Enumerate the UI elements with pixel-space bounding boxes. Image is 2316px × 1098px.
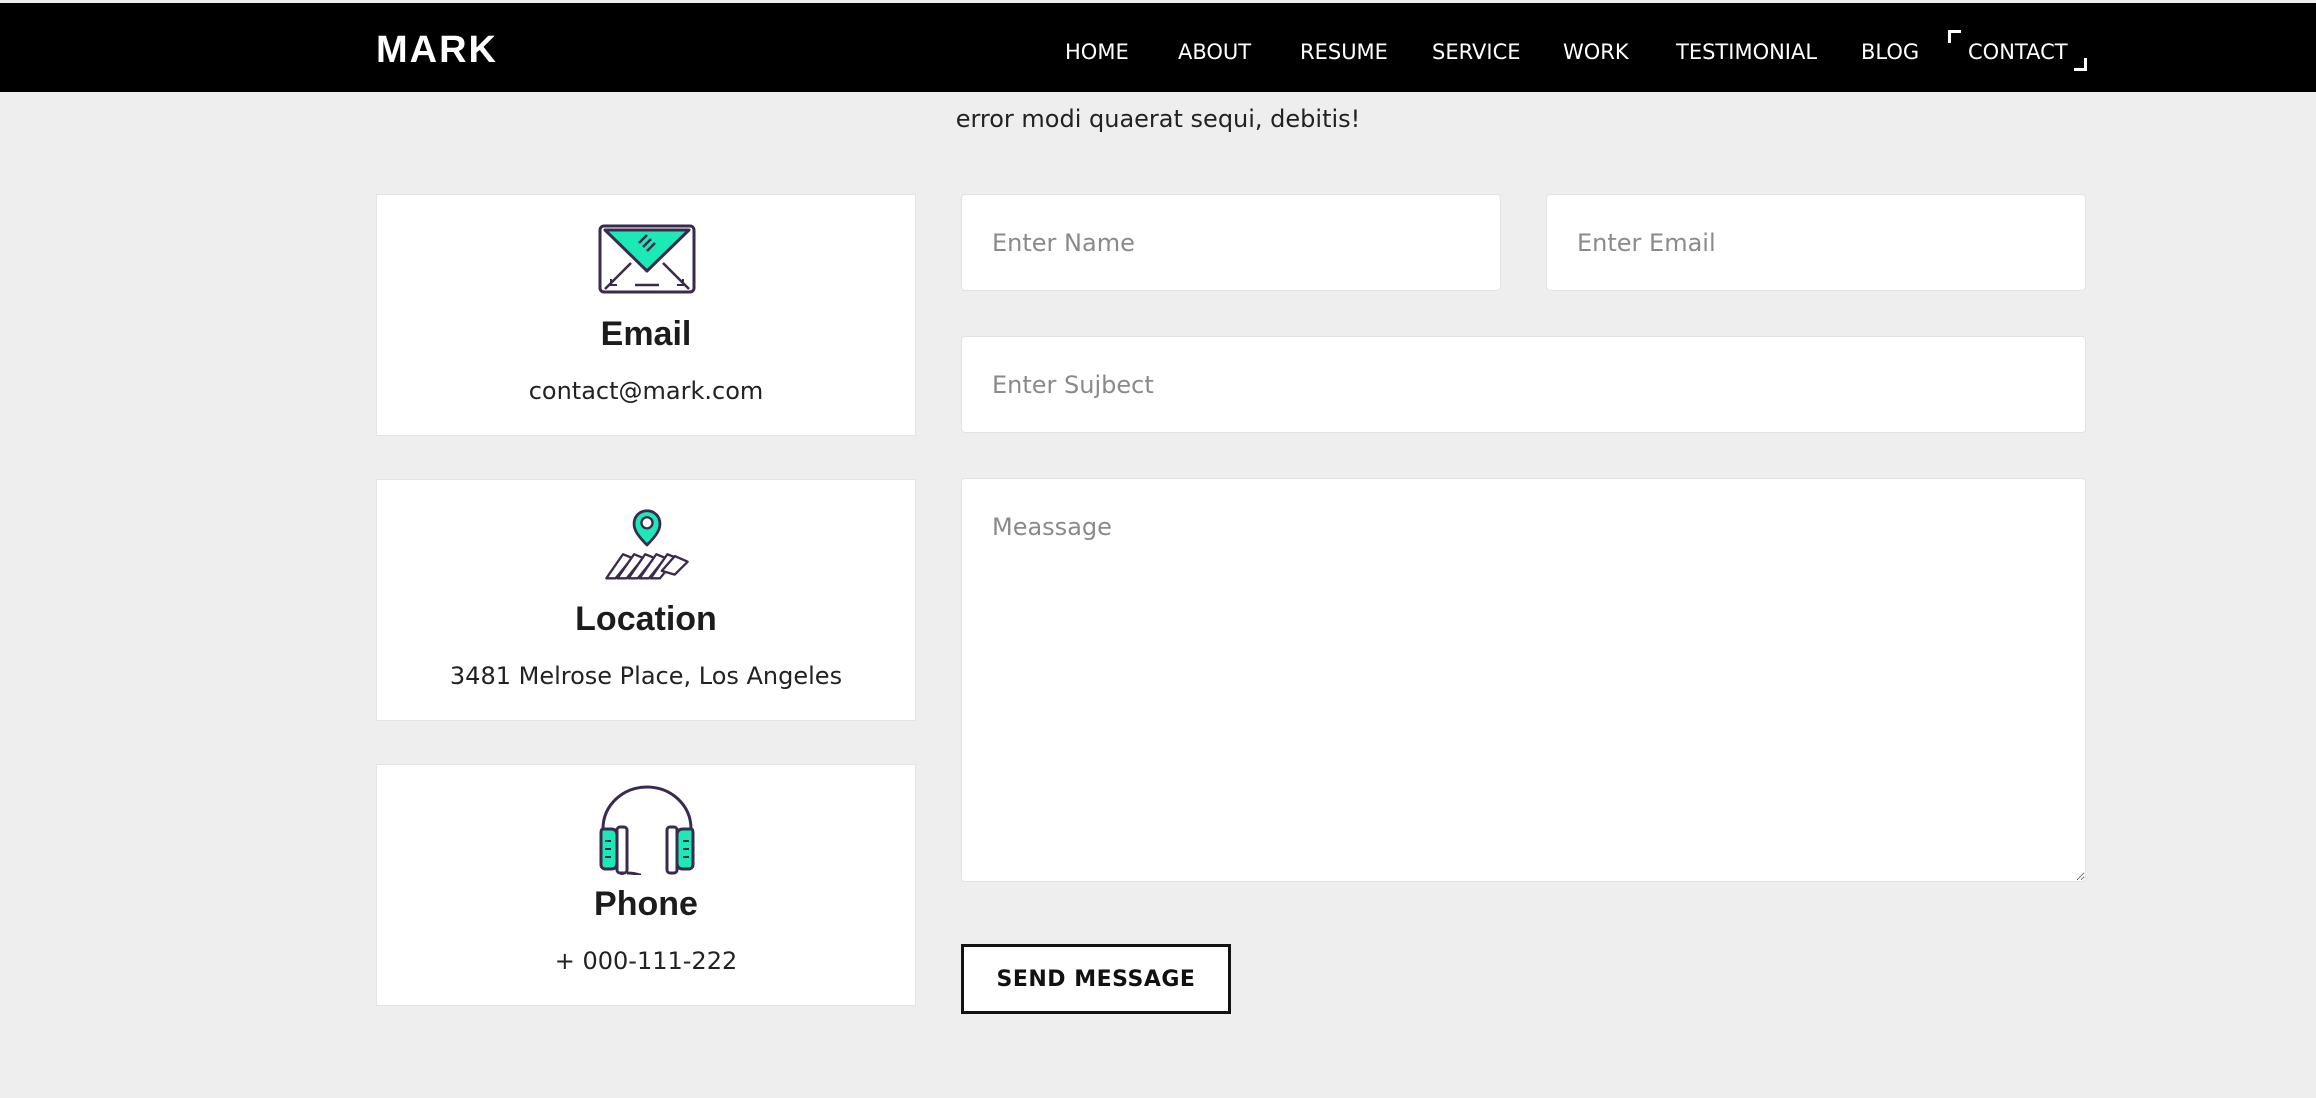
- contact-card-phone: Phone + 000-111-222: [376, 764, 916, 1006]
- nav-blog[interactable]: BLOG: [1861, 38, 1919, 66]
- active-indicator-corner: [1948, 30, 1961, 43]
- card-title: Phone: [594, 885, 698, 923]
- send-message-button[interactable]: SEND MESSAGE: [961, 944, 1231, 1014]
- card-value-email[interactable]: contact@mark.com: [377, 375, 915, 407]
- site-header: MARK HOME ABOUT RESUME SERVICE WORK TEST…: [0, 3, 2316, 92]
- envelope-icon: [598, 224, 696, 294]
- nav-service[interactable]: SERVICE: [1432, 38, 1521, 66]
- section-intro-text: error modi quaerat sequi, debitis!: [955, 105, 1361, 133]
- subject-input[interactable]: [961, 336, 2086, 433]
- name-input[interactable]: [961, 194, 1501, 291]
- nav-work[interactable]: WORK: [1563, 38, 1629, 66]
- card-title: Location: [575, 600, 717, 638]
- card-value-phone[interactable]: + 000-111-222: [377, 945, 915, 977]
- nav-home[interactable]: HOME: [1065, 38, 1129, 66]
- card-value-location: 3481 Melrose Place, Los Angeles: [449, 662, 843, 690]
- site-logo[interactable]: MARK: [376, 30, 498, 70]
- email-input[interactable]: [1546, 194, 2086, 291]
- nav-about[interactable]: ABOUT: [1178, 38, 1251, 66]
- nav-contact[interactable]: CONTACT: [1968, 38, 2068, 66]
- active-indicator-corner: [2074, 58, 2087, 71]
- contact-card-email: Email contact@mark.com: [376, 194, 916, 436]
- contact-card-location: Location 3481 Melrose Place, Los Angeles: [376, 479, 916, 721]
- headset-icon: [599, 785, 695, 875]
- card-title: Email: [600, 315, 692, 353]
- nav-resume[interactable]: RESUME: [1300, 38, 1388, 66]
- nav-testimonial[interactable]: TESTIMONIAL: [1676, 38, 1817, 66]
- map-pin-icon: [605, 509, 689, 580]
- message-textarea[interactable]: [961, 478, 2086, 882]
